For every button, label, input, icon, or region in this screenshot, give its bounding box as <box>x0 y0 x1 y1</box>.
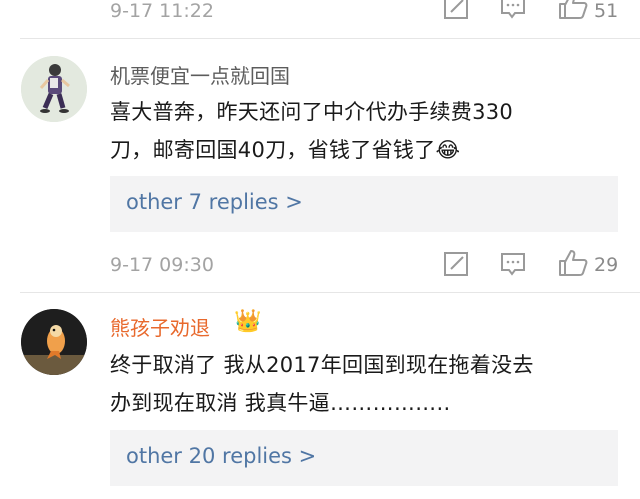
comment-1-meta: 9-17 09:30 29 <box>0 247 640 283</box>
crown-icon: 👑 <box>234 309 262 334</box>
comment-0-meta: 9-17 11:22 51 <box>0 0 640 28</box>
comment-line: 终于取消了 我从2017年回国到现在拖着没去 <box>110 353 534 377</box>
comment-time: 9-17 09:30 <box>110 254 214 276</box>
view-replies-link[interactable]: other 7 replies > <box>126 190 303 214</box>
username[interactable]: 熊孩子劝退 <box>110 312 210 341</box>
avatar[interactable] <box>21 309 87 375</box>
divider <box>20 292 640 293</box>
divider <box>20 38 640 39</box>
comment-text: 喜大普奔，昨天还问了中介代办手续费330 刀，邮寄回国40刀，省钱了省钱了😂 <box>110 93 630 169</box>
like-count: 51 <box>594 0 619 22</box>
comment-time: 9-17 11:22 <box>110 0 214 22</box>
edit-icon[interactable] <box>443 0 469 20</box>
comment-line: 办到现在取消 我真牛逼…………….. <box>110 391 451 415</box>
comment-line: 喜大普奔，昨天还问了中介代办手续费330 <box>110 100 514 124</box>
avatar[interactable] <box>21 56 87 122</box>
avatar-illustration <box>21 56 87 122</box>
username[interactable]: 机票便宜一点就回国 <box>110 60 290 89</box>
comment-icon[interactable] <box>500 251 526 277</box>
replies-box[interactable]: other 20 replies > <box>110 430 618 486</box>
comment-text: 终于取消了 我从2017年回国到现在拖着没去 办到现在取消 我真牛逼…………….… <box>110 346 630 422</box>
comment-icon[interactable] <box>500 0 526 20</box>
replies-box[interactable]: other 7 replies > <box>110 176 618 232</box>
edit-icon[interactable] <box>443 251 469 277</box>
thumbs-up-icon[interactable] <box>558 249 588 277</box>
avatar-illustration <box>21 309 87 375</box>
comment-line: 刀，邮寄回国40刀，省钱了省钱了😂 <box>110 138 461 162</box>
view-replies-link[interactable]: other 20 replies > <box>126 444 316 468</box>
like-count: 29 <box>594 254 619 276</box>
thumbs-up-icon[interactable] <box>558 0 588 20</box>
